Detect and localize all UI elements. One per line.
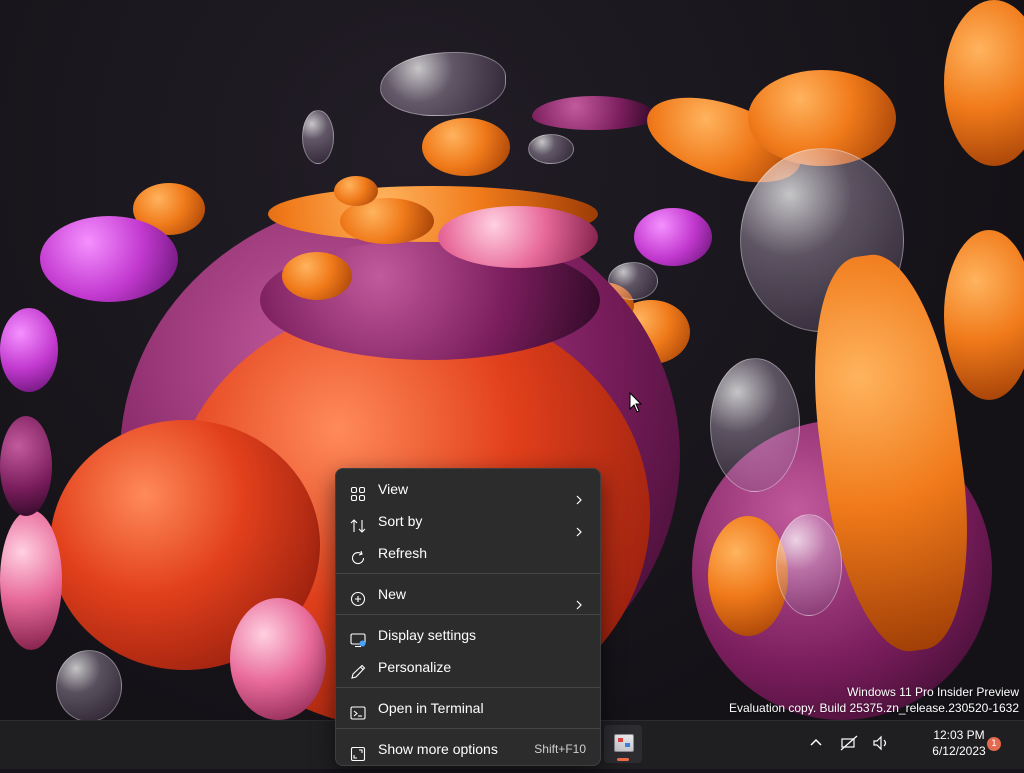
- pen-icon: [350, 659, 366, 679]
- tray-time: 12:03 PM: [933, 728, 985, 742]
- menu-item-new[interactable]: New: [340, 578, 596, 610]
- menu-divider: [336, 687, 600, 688]
- tray-date: 6/12/2023: [932, 744, 986, 758]
- desktop-context-menu: View Sort by Refresh New Display setting…: [335, 468, 601, 766]
- menu-divider: [336, 728, 600, 729]
- wallpaper-blob: [380, 52, 506, 116]
- menu-item-display-settings[interactable]: Display settings: [340, 619, 596, 651]
- expand-icon: [350, 741, 366, 762]
- wallpaper-blob: [282, 252, 352, 300]
- menu-divider: [336, 614, 600, 615]
- wallpaper-blob: [230, 598, 326, 720]
- wallpaper-blob: [0, 510, 62, 650]
- menu-item-label: Sort by: [378, 513, 423, 529]
- wallpaper-blob: [438, 206, 598, 268]
- wallpaper-blob: [40, 216, 178, 302]
- wallpaper-blob: [776, 514, 842, 616]
- menu-item-label: View: [378, 481, 409, 497]
- sort-arrows-icon: [350, 513, 366, 533]
- chevron-right-icon: [574, 484, 584, 505]
- menu-item-label: Open in Terminal: [378, 700, 484, 716]
- network-icon[interactable]: [840, 735, 858, 751]
- wallpaper-blob: [0, 416, 52, 516]
- watermark-build: Evaluation copy. Build 25375.zn_release.…: [729, 701, 1019, 715]
- wallpaper-blob: [532, 96, 656, 130]
- menu-item-view[interactable]: View: [340, 473, 596, 505]
- chevron-up-icon[interactable]: [806, 734, 826, 752]
- menu-item-personalize[interactable]: Personalize: [340, 651, 596, 683]
- menu-item-refresh[interactable]: Refresh: [340, 537, 596, 569]
- menu-divider: [336, 573, 600, 574]
- menu-item-sort-by[interactable]: Sort by: [340, 505, 596, 537]
- evaluation-watermark: Windows 11 Pro Insider Preview Evaluatio…: [729, 684, 1019, 716]
- watermark-edition: Windows 11 Pro Insider Preview: [847, 685, 1019, 699]
- wallpaper-blob: [634, 208, 712, 266]
- wallpaper-blob: [422, 118, 510, 176]
- menu-item-label: Display settings: [378, 627, 477, 643]
- menu-item-label: Show more options: [378, 741, 498, 757]
- chevron-right-icon: [574, 589, 584, 610]
- display-icon: [350, 627, 366, 648]
- plus-circle-icon: [350, 586, 366, 607]
- wallpaper-blob: [944, 230, 1024, 400]
- active-app-indicator: [617, 758, 629, 761]
- chevron-right-icon: [574, 516, 584, 537]
- wallpaper-blob: [334, 176, 378, 206]
- menu-item-show-more-options[interactable]: Show more options Shift+F10: [340, 733, 596, 765]
- wallpaper-blob: [710, 358, 800, 492]
- menu-item-label: Personalize: [378, 659, 452, 675]
- terminal-icon: [350, 700, 366, 720]
- wallpaper-blob: [528, 134, 574, 164]
- wallpaper-blob: [0, 308, 58, 392]
- menu-item-open-in-terminal[interactable]: Open in Terminal: [340, 692, 596, 724]
- mouse-pointer-icon: [629, 391, 643, 414]
- system-tray: 12:03 PM 6/12/2023 1: [800, 720, 1024, 768]
- desktop-app-icon: [614, 734, 634, 752]
- taskbar-app-button[interactable]: [604, 725, 642, 763]
- grid-view-icon: [350, 481, 366, 502]
- menu-item-label: New: [378, 586, 407, 602]
- tray-clock[interactable]: 12:03 PM 6/12/2023: [924, 727, 994, 759]
- wallpaper-blob: [302, 110, 334, 164]
- menu-item-label: Refresh: [378, 545, 428, 561]
- notification-badge[interactable]: 1: [987, 737, 1001, 751]
- wallpaper-blob: [944, 0, 1024, 166]
- wallpaper-blob: [56, 650, 122, 722]
- keyboard-shortcut: Shift+F10: [534, 742, 586, 756]
- volume-icon[interactable]: [872, 735, 890, 751]
- refresh-icon: [350, 545, 366, 565]
